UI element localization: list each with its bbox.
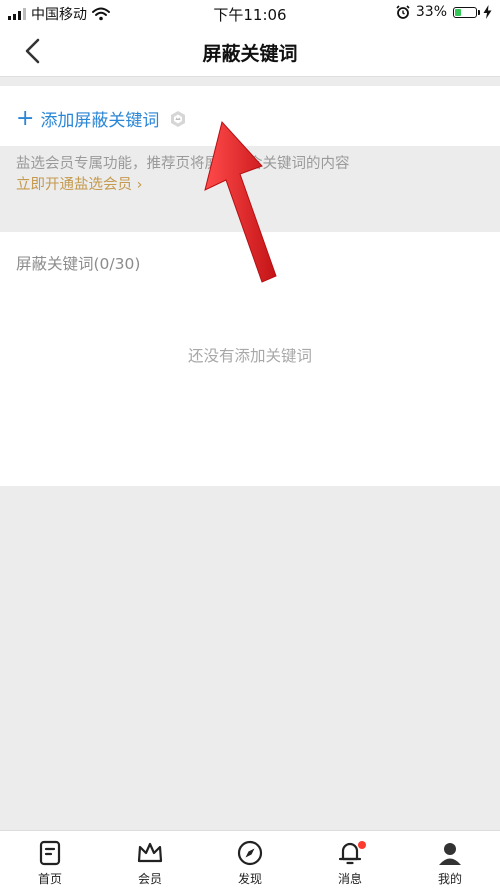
tab-label: 首页	[37, 872, 62, 886]
bottom-tab-bar: 首页 会员 发现 消息 我的	[0, 830, 500, 890]
alarm-icon	[396, 5, 410, 19]
tab-label: 我的	[437, 872, 462, 886]
tab-messages[interactable]: 消息	[300, 831, 400, 890]
status-bar: 中国移动 下午11:06 33%	[0, 0, 500, 26]
vip-hexagon-icon	[171, 110, 186, 127]
add-keyword-label: 添加屏蔽关键词	[40, 111, 160, 131]
page-title: 屏蔽关键词	[202, 43, 298, 65]
tab-discover[interactable]: 发现	[200, 831, 300, 890]
tab-label: 消息	[337, 872, 362, 886]
tab-profile[interactable]: 我的	[400, 831, 500, 890]
tab-label: 发现	[237, 872, 262, 886]
tab-label: 会员	[137, 872, 162, 886]
plus-icon: +	[16, 105, 35, 131]
compass-icon	[237, 840, 263, 866]
tab-vip[interactable]: 会员	[100, 831, 200, 890]
tab-home[interactable]: 首页	[0, 831, 100, 890]
empty-state-text: 还没有添加关键词	[187, 347, 312, 365]
notification-dot	[358, 841, 366, 849]
battery-percent: 33%	[415, 4, 447, 20]
keyword-list-header: 屏蔽关键词(0/30)	[16, 255, 141, 273]
status-right: 33%	[396, 4, 492, 20]
vip-note: 盐选会员专属功能，推荐页将屏蔽包含关键词的内容 立即开通盐选会员 ›	[16, 154, 486, 196]
add-keyword-button[interactable]: + 添加屏蔽关键词	[16, 106, 187, 131]
avatar-icon	[439, 843, 461, 865]
keyword-list-section: 屏蔽关键词(0/30) 还没有添加关键词	[0, 232, 500, 486]
open-vip-link[interactable]: 立即开通盐选会员 ›	[16, 174, 142, 196]
add-keyword-section: + 添加屏蔽关键词	[0, 86, 500, 146]
battery-icon	[453, 6, 480, 18]
vip-description: 盐选会员专属功能，推荐页将屏蔽包含关键词的内容	[16, 156, 350, 172]
home-doc-icon	[39, 840, 61, 866]
charging-icon	[483, 5, 492, 19]
crown-icon	[137, 842, 163, 863]
navigation-bar: 屏蔽关键词	[0, 26, 500, 77]
